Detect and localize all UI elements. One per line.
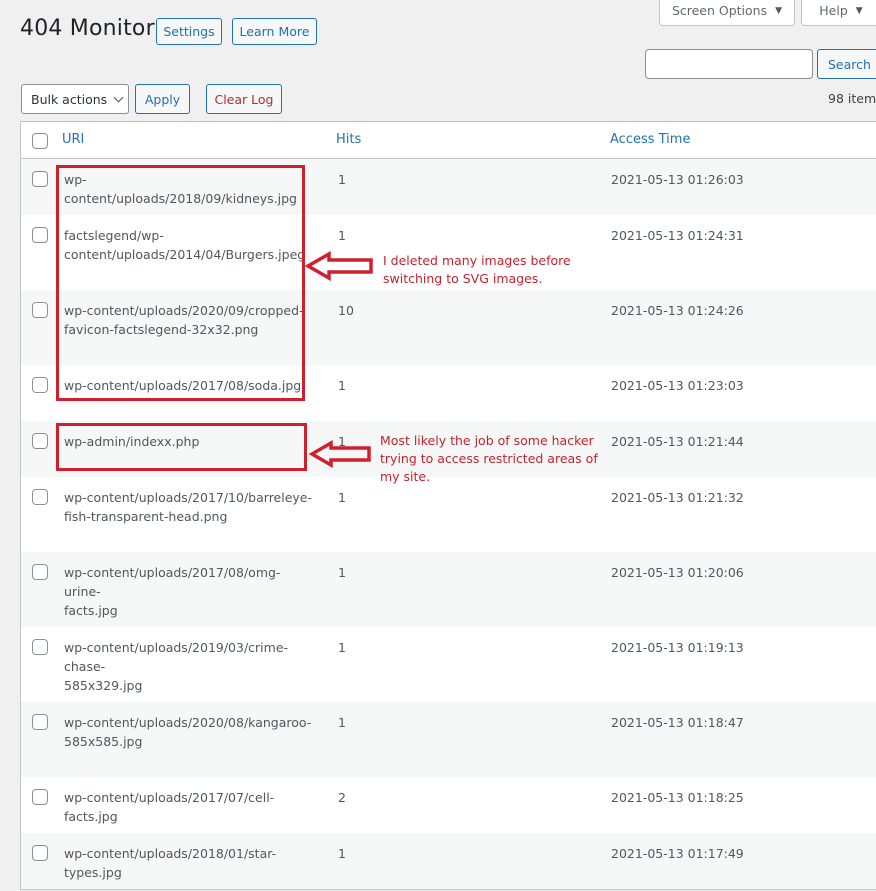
- table-header: URI Hits Access Time: [21, 122, 876, 159]
- table-row: wp-content/uploads/2017/10/barreleye-fis…: [21, 477, 876, 552]
- clear-log-button[interactable]: Clear Log: [206, 84, 282, 114]
- row-checkbox[interactable]: [32, 639, 48, 655]
- annotation-box-deleted-images: [56, 165, 305, 401]
- learn-more-button[interactable]: Learn More: [232, 18, 317, 45]
- help-button[interactable]: Help ▼: [801, 0, 876, 26]
- access-time-cell: 2021-05-13 01:21:32: [611, 490, 744, 505]
- uri-cell: wp-content/uploads/2020/08/kangaroo- 585x…: [64, 715, 312, 749]
- hits-cell: 1: [338, 172, 346, 187]
- search-button[interactable]: Search: [817, 49, 876, 79]
- annotation-note-deleted-images: I deleted many images before switching t…: [383, 253, 571, 286]
- column-hits[interactable]: Hits: [336, 132, 361, 147]
- table-row: wp-content/uploads/2020/08/kangaroo- 585x…: [21, 702, 876, 777]
- row-checkbox[interactable]: [32, 377, 48, 393]
- annotation-note-hacker: Most likely the job of some hacker tryin…: [380, 433, 598, 484]
- table-row: wp-content/uploads/2017/07/cell-facts.jp…: [21, 777, 876, 833]
- access-time-cell: 2021-05-13 01:17:49: [611, 846, 744, 861]
- settings-button[interactable]: Settings: [156, 18, 222, 45]
- left-arrow-icon: [305, 251, 373, 281]
- row-checkbox[interactable]: [32, 227, 48, 243]
- access-time-cell: 2021-05-13 01:19:13: [611, 640, 744, 655]
- triangle-down-icon: ▼: [855, 5, 863, 16]
- screen-options-label: Screen Options: [671, 3, 768, 18]
- hits-cell: 1: [338, 846, 346, 861]
- left-arrow-icon: [309, 440, 371, 468]
- apply-button[interactable]: Apply: [135, 84, 190, 114]
- access-time-cell: 2021-05-13 01:20:06: [611, 565, 744, 580]
- hits-cell: 1: [338, 640, 346, 655]
- hits-cell: 2: [338, 790, 346, 805]
- hits-cell: 10: [338, 303, 354, 318]
- screen-options-button[interactable]: Screen Options ▼: [659, 0, 795, 26]
- bulk-actions-select[interactable]: Bulk actions: [21, 84, 129, 114]
- bulk-actions-label: Bulk actions: [31, 91, 108, 107]
- help-label: Help: [819, 3, 848, 18]
- uri-cell: wp-content/uploads/2019/03/crime-chase- 5…: [64, 640, 289, 693]
- column-uri[interactable]: URI: [62, 132, 84, 147]
- uri-cell: wp-content/uploads/2018/01/star-types.jp…: [64, 846, 277, 880]
- triangle-down-icon: ▼: [775, 5, 783, 16]
- row-checkbox[interactable]: [32, 789, 48, 805]
- row-checkbox[interactable]: [32, 714, 48, 730]
- uri-cell: wp-content/uploads/2017/07/cell-facts.jp…: [64, 790, 275, 824]
- uri-cell: wp-content/uploads/2017/08/omg-urine-fac…: [64, 565, 281, 618]
- row-checkbox[interactable]: [32, 845, 48, 861]
- row-checkbox[interactable]: [32, 171, 48, 187]
- table-row: wp-content/uploads/2018/01/star-types.jp…: [21, 833, 876, 889]
- table-row: wp-content/uploads/2019/03/crime-chase- 5…: [21, 627, 876, 702]
- access-time-cell: 2021-05-13 01:18:25: [611, 790, 744, 805]
- access-time-cell: 2021-05-13 01:24:26: [611, 303, 744, 318]
- uri-cell: wp-content/uploads/2017/10/barreleye-fis…: [64, 490, 313, 524]
- hits-cell: 1: [338, 715, 346, 730]
- access-time-cell: 2021-05-13 01:18:47: [611, 715, 744, 730]
- row-checkbox[interactable]: [32, 433, 48, 449]
- row-checkbox[interactable]: [32, 489, 48, 505]
- annotation-box-hacker: [56, 423, 307, 471]
- hits-cell: 1: [338, 228, 346, 243]
- row-checkbox[interactable]: [32, 302, 48, 318]
- chevron-down-icon: [113, 92, 124, 102]
- access-time-cell: 2021-05-13 01:26:03: [611, 172, 744, 187]
- row-checkbox[interactable]: [32, 564, 48, 580]
- column-access-time[interactable]: Access Time: [610, 132, 690, 147]
- search-input[interactable]: [645, 49, 813, 79]
- hits-cell: 1: [338, 565, 346, 580]
- access-time-cell: 2021-05-13 01:24:31: [611, 228, 744, 243]
- access-time-cell: 2021-05-13 01:21:44: [611, 434, 744, 449]
- items-count: 98 items: [828, 91, 876, 106]
- hits-cell: 1: [338, 490, 346, 505]
- access-time-cell: 2021-05-13 01:23:03: [611, 378, 744, 393]
- hits-cell: 1: [338, 378, 346, 393]
- table-row: wp-content/uploads/2017/08/omg-urine-fac…: [21, 552, 876, 627]
- select-all-checkbox[interactable]: [32, 133, 48, 149]
- page-title: 404 Monitor: [20, 16, 155, 41]
